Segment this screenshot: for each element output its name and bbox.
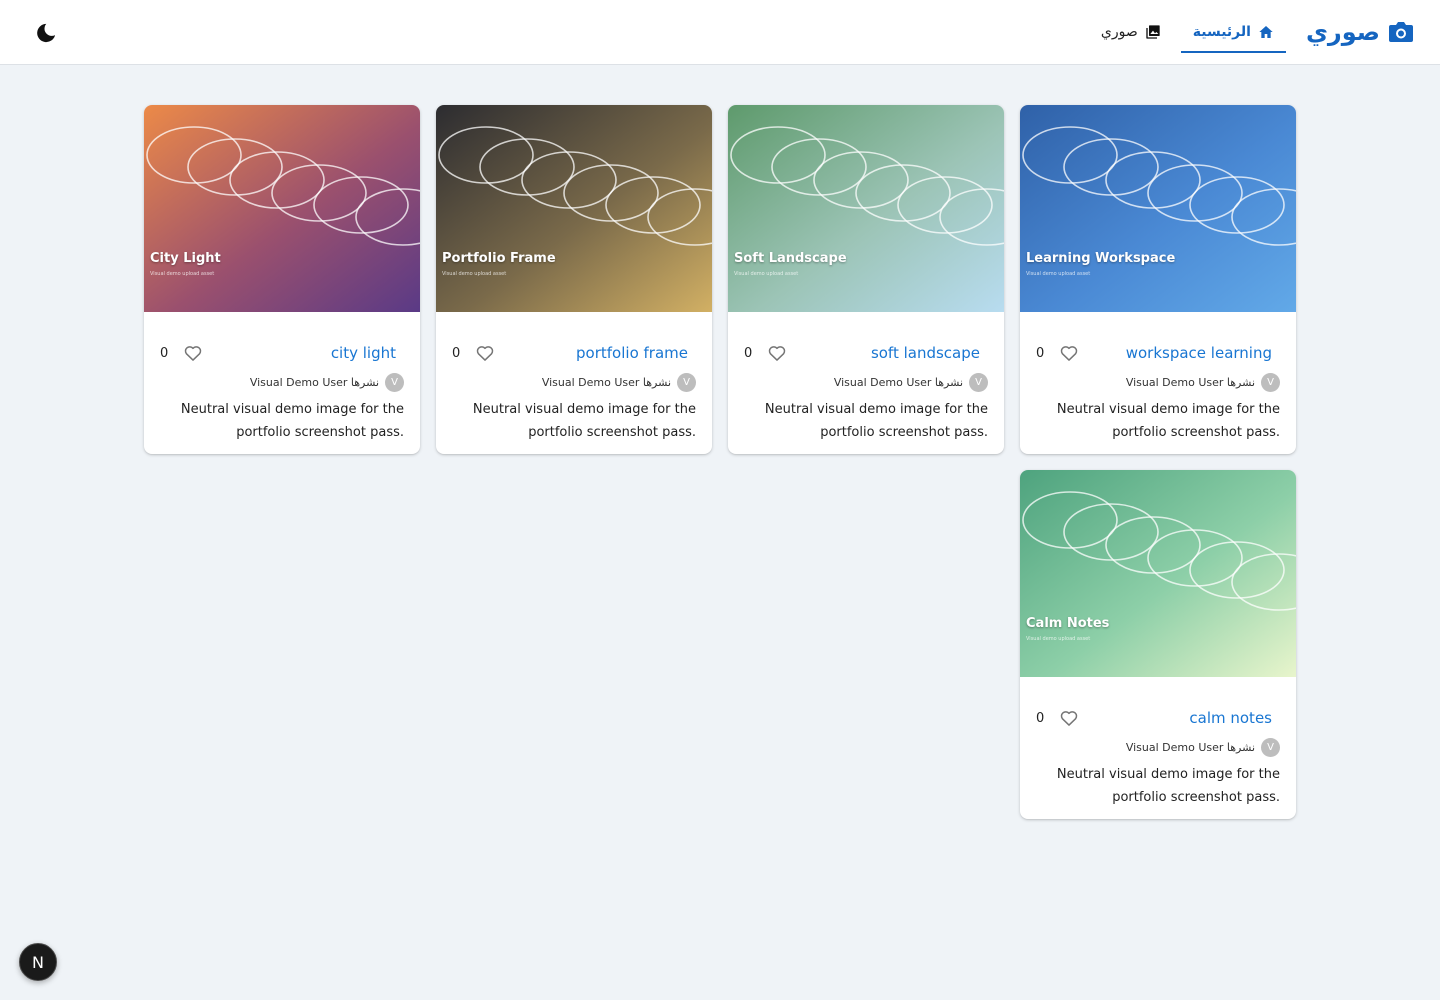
card-header-row: 0 soft landscape (744, 340, 980, 366)
nav-home-label: الرئيسية (1192, 24, 1251, 40)
author-line: V نشرها Visual Demo User (250, 373, 404, 392)
heart-icon (1060, 711, 1078, 726)
photo-title-link[interactable]: workspace learning (1126, 344, 1272, 362)
photo-image (728, 105, 1004, 312)
photo-card: City Light Visual demo upload asset 0 ci… (144, 105, 420, 454)
photo-card: Soft Landscape Visual demo upload asset … (728, 105, 1004, 454)
card-header-row: 0 portfolio frame (452, 340, 688, 366)
photo-title-link[interactable]: portfolio frame (576, 344, 688, 362)
author-line: V نشرها Visual Demo User (1126, 373, 1280, 392)
heart-icon (1060, 346, 1078, 361)
like-count: 0 (452, 345, 461, 361)
photo-title-link[interactable]: soft landscape (871, 344, 980, 362)
avatar: V (1261, 373, 1280, 392)
main-nav: صوري الرئيسية صوري (1089, 0, 1414, 64)
photo-card: Calm Notes Visual demo upload asset 0 ca… (1020, 470, 1296, 819)
photo-image (144, 105, 420, 312)
like-button[interactable] (1058, 342, 1080, 364)
like-count: 0 (744, 345, 753, 361)
like-count: 0 (160, 345, 169, 361)
photo-card: Learning Workspace Visual demo upload as… (1020, 105, 1296, 454)
image-caption-subtitle: Visual demo upload asset (1026, 271, 1091, 277)
photo-description: Neutral visual demo image for the portfo… (1056, 767, 1280, 805)
avatar: V (677, 373, 696, 392)
brand-name: صوري (1305, 18, 1380, 46)
image-caption-subtitle: Visual demo upload asset (150, 271, 215, 277)
photo-title-link[interactable]: city light (331, 344, 396, 362)
card-body: 0 soft landscape V نشرها Visual Demo Use… (728, 312, 1004, 454)
author-line: V نشرها Visual Demo User (542, 373, 696, 392)
image-caption-subtitle: Visual demo upload asset (734, 271, 799, 277)
heart-icon (768, 346, 786, 361)
heart-icon (476, 346, 494, 361)
author-name: نشرها Visual Demo User (1125, 741, 1255, 754)
nav-home[interactable]: الرئيسية (1180, 0, 1287, 64)
avatar: V (969, 373, 988, 392)
photo-thumbnail[interactable]: Portfolio Frame Visual demo upload asset (436, 105, 712, 312)
like-button[interactable] (182, 342, 204, 364)
card-header-row: 0 workspace learning (1036, 340, 1272, 366)
home-icon (1259, 26, 1273, 38)
photo-image (1020, 470, 1296, 677)
card-body: 0 city light V نشرها Visual Demo User Ne… (144, 312, 420, 454)
app-header: صوري الرئيسية صوري (0, 0, 1440, 65)
author-name: نشرها Visual Demo User (1125, 376, 1255, 389)
n-icon: N (32, 952, 44, 972)
card-header-row: 0 city light (160, 340, 396, 366)
card-body: 0 portfolio frame V نشرها Visual Demo Us… (436, 312, 712, 454)
photo-thumbnail[interactable]: Learning Workspace Visual demo upload as… (1020, 105, 1296, 312)
photo-description: Neutral visual demo image for the portfo… (764, 402, 988, 440)
image-caption-title: Learning Workspace (1026, 251, 1176, 266)
brand-logo[interactable]: صوري (1306, 20, 1414, 44)
like-button[interactable] (1058, 707, 1080, 729)
heart-icon (184, 346, 202, 361)
avatar: V (1261, 738, 1280, 757)
camera-icon (1389, 22, 1413, 42)
nextjs-dev-badge[interactable]: N (19, 943, 57, 981)
photo-thumbnail[interactable]: City Light Visual demo upload asset (144, 105, 420, 312)
author-line: V نشرها Visual Demo User (834, 373, 988, 392)
author-name: نشرها Visual Demo User (249, 376, 379, 389)
photo-description: Neutral visual demo image for the portfo… (180, 402, 404, 440)
photo-image (436, 105, 712, 312)
like-count: 0 (1036, 345, 1045, 361)
moon-icon (37, 23, 56, 43)
photo-description: Neutral visual demo image for the portfo… (472, 402, 696, 440)
like-count: 0 (1036, 710, 1045, 726)
like-button[interactable] (474, 342, 496, 364)
card-header-row: 0 calm notes (1036, 705, 1272, 731)
like-button[interactable] (766, 342, 788, 364)
image-caption-subtitle: Visual demo upload asset (1026, 636, 1091, 642)
photo-thumbnail[interactable]: Soft Landscape Visual demo upload asset (728, 105, 1004, 312)
avatar: V (385, 373, 404, 392)
author-name: نشرها Visual Demo User (541, 376, 671, 389)
image-caption-title: Soft Landscape (734, 251, 847, 266)
image-caption-title: Portfolio Frame (442, 251, 556, 266)
image-caption-title: City Light (150, 251, 221, 266)
dark-mode-toggle[interactable] (30, 17, 62, 49)
image-caption-subtitle: Visual demo upload asset (442, 271, 507, 277)
card-body: 0 calm notes V نشرها Visual Demo User Ne… (1020, 677, 1296, 819)
nav-my-photos[interactable]: صوري (1089, 0, 1173, 64)
card-body: 0 workspace learning V نشرها Visual Demo… (1020, 312, 1296, 454)
author-name: نشرها Visual Demo User (833, 376, 963, 389)
photo-image (1020, 105, 1296, 312)
photo-library-icon (1146, 25, 1160, 39)
image-caption-title: Calm Notes (1026, 616, 1110, 631)
photo-description: Neutral visual demo image for the portfo… (1056, 402, 1280, 440)
photo-thumbnail[interactable]: Calm Notes Visual demo upload asset (1020, 470, 1296, 677)
photo-card: Portfolio Frame Visual demo upload asset… (436, 105, 712, 454)
photo-title-link[interactable]: calm notes (1189, 709, 1272, 727)
author-line: V نشرها Visual Demo User (1126, 738, 1280, 757)
nav-my-photos-label: صوري (1100, 24, 1138, 40)
